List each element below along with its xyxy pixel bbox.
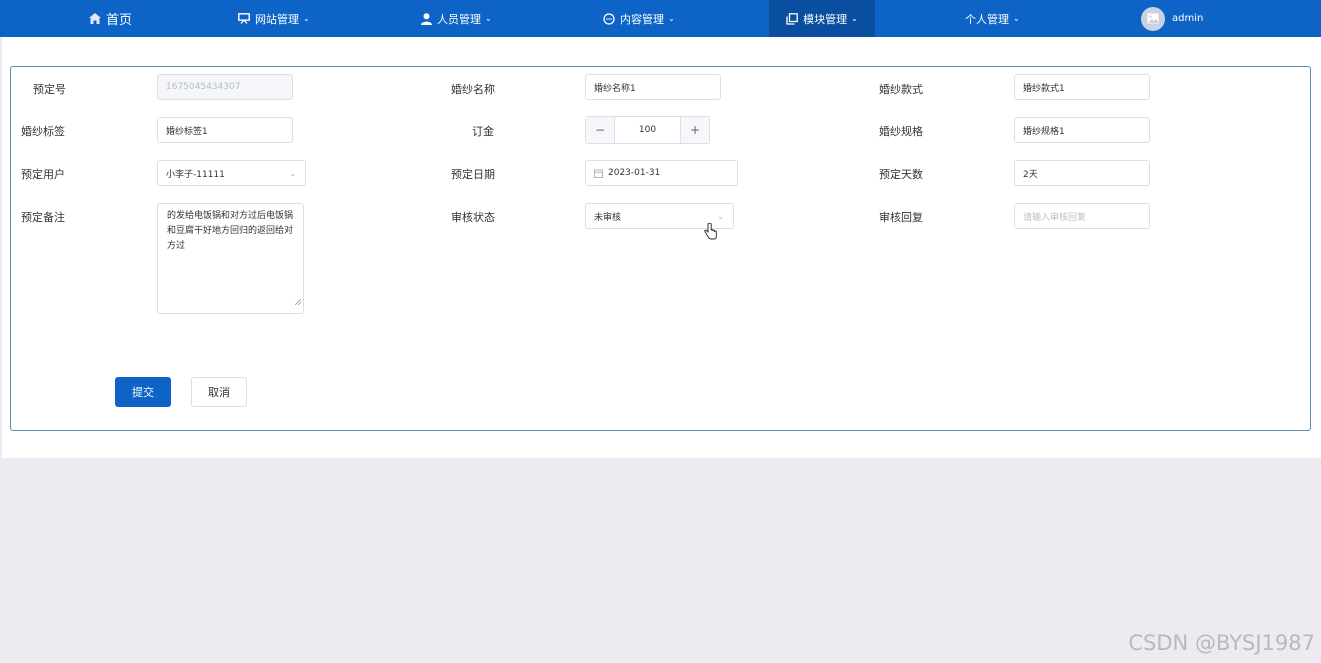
booking-days-label: 预定天数 [879, 168, 923, 181]
review-reply-placeholder: 请输入审核回复 [1023, 212, 1087, 223]
image-icon [1147, 13, 1159, 24]
booking-user-value: 小李子-11111 [166, 169, 225, 180]
username: admin [1172, 13, 1204, 24]
gown-name-label: 婚纱名称 [451, 83, 495, 96]
nav-item-personnel-mgmt[interactable]: 人员管理 ⌄ [421, 0, 492, 37]
booking-date-value: 2023-01-31 [608, 168, 661, 178]
booking-date-label: 预定日期 [451, 168, 495, 181]
nav-label-website-mgmt: 网站管理 [255, 12, 299, 26]
review-status-label: 审核状态 [451, 211, 495, 224]
deposit-stepper[interactable]: − 100 + [585, 116, 710, 144]
review-status-value: 未审核 [594, 212, 622, 223]
nav-label-module-mgmt: 模块管理 [803, 12, 848, 26]
booking-days-value: 2天 [1023, 169, 1038, 180]
booking-no-value: 1675045434307 [166, 82, 241, 92]
booking-form: 预定号 1675045434307 婚纱名称 婚纱名称1 婚纱款式 婚纱款式1 … [10, 66, 1311, 431]
booking-date-picker[interactable]: 2023-01-31 [585, 160, 738, 186]
watermark: CSDN @BYSJ1987 [1128, 631, 1315, 655]
booking-note-label: 预定备注 [21, 211, 65, 224]
gown-spec-value: 婚纱规格1 [1023, 126, 1065, 137]
copy-icon [786, 12, 798, 25]
booking-no-label: 预定号 [33, 83, 66, 96]
nav-label-home: 首页 [106, 13, 133, 28]
deposit-value[interactable]: 100 [615, 117, 680, 143]
avatar [1141, 6, 1165, 31]
nav-label-personal-mgmt: 个人管理 [965, 12, 1009, 26]
booking-no-field: 1675045434307 [157, 74, 293, 100]
deposit-increment-button[interactable]: + [680, 117, 709, 143]
review-reply-input[interactable]: 请输入审核回复 [1014, 203, 1150, 229]
main-content: 预定号 1675045434307 婚纱名称 婚纱名称1 婚纱款式 婚纱款式1 … [2, 37, 1321, 458]
gown-tag-value: 婚纱标签1 [166, 126, 208, 137]
chevron-down-icon: ⌄ [668, 14, 675, 23]
gown-style-input[interactable]: 婚纱款式1 [1014, 74, 1150, 100]
review-reply-label: 审核回复 [879, 211, 923, 224]
chevron-down-icon: ⌄ [303, 14, 310, 23]
nav-item-website-mgmt[interactable]: 网站管理 ⌄ [238, 0, 310, 37]
booking-note-textarea[interactable]: 的发给电饭锅和对方过后电饭锅和豆腐干好地方回归的返回给对方过 [157, 203, 304, 314]
deposit-decrement-button[interactable]: − [586, 117, 615, 143]
submit-button[interactable]: 提交 [115, 377, 171, 407]
resize-handle-icon[interactable] [294, 296, 302, 311]
cancel-button[interactable]: 取消 [191, 377, 247, 407]
booking-user-label: 预定用户 [21, 168, 65, 181]
gown-spec-input[interactable]: 婚纱规格1 [1014, 117, 1150, 143]
booking-note-value: 的发给电饭锅和对方过后电饭锅和豆腐干好地方回归的返回给对方过 [167, 211, 294, 251]
nav-label-content-mgmt: 内容管理 [620, 12, 664, 26]
user-icon [421, 12, 432, 25]
user-menu[interactable]: admin [1141, 0, 1203, 37]
gown-spec-label: 婚纱规格 [879, 125, 923, 138]
chat-bubble-icon [603, 12, 615, 25]
nav-item-home[interactable]: 首页 [89, 0, 132, 37]
home-icon [89, 13, 101, 24]
deposit-label: 订金 [472, 125, 494, 138]
nav-item-content-mgmt[interactable]: 内容管理 ⌄ [603, 0, 675, 37]
booking-user-select[interactable]: 小李子-11111 ⌄ [157, 160, 306, 186]
chevron-down-icon: ⌄ [717, 212, 724, 221]
gown-tag-input[interactable]: 婚纱标签1 [157, 117, 293, 143]
billboard-icon [238, 13, 250, 24]
nav-item-personal-mgmt[interactable]: 个人管理 ⌄ [965, 0, 1020, 37]
chevron-down-icon: ⌄ [851, 14, 858, 23]
calendar-icon [594, 169, 603, 178]
gown-style-value: 婚纱款式1 [1023, 83, 1065, 94]
gown-name-value: 婚纱名称1 [594, 83, 636, 94]
gown-style-label: 婚纱款式 [879, 83, 923, 96]
chevron-down-icon: ⌄ [1013, 14, 1020, 23]
hand-pointer-cursor-icon [704, 222, 717, 243]
gown-tag-label: 婚纱标签 [21, 125, 65, 138]
nav-label-personnel-mgmt: 人员管理 [437, 12, 481, 26]
booking-days-input[interactable]: 2天 [1014, 160, 1150, 186]
top-navbar: 首页 网站管理 ⌄ 人员管理 ⌄ 内容管理 ⌄ 模块管理 ⌄ 个人管理 ⌄ ad… [0, 0, 1321, 37]
chevron-down-icon: ⌄ [289, 169, 296, 178]
gown-name-input[interactable]: 婚纱名称1 [585, 74, 721, 100]
chevron-down-icon: ⌄ [485, 14, 492, 23]
nav-item-module-mgmt[interactable]: 模块管理 ⌄ [769, 0, 875, 37]
